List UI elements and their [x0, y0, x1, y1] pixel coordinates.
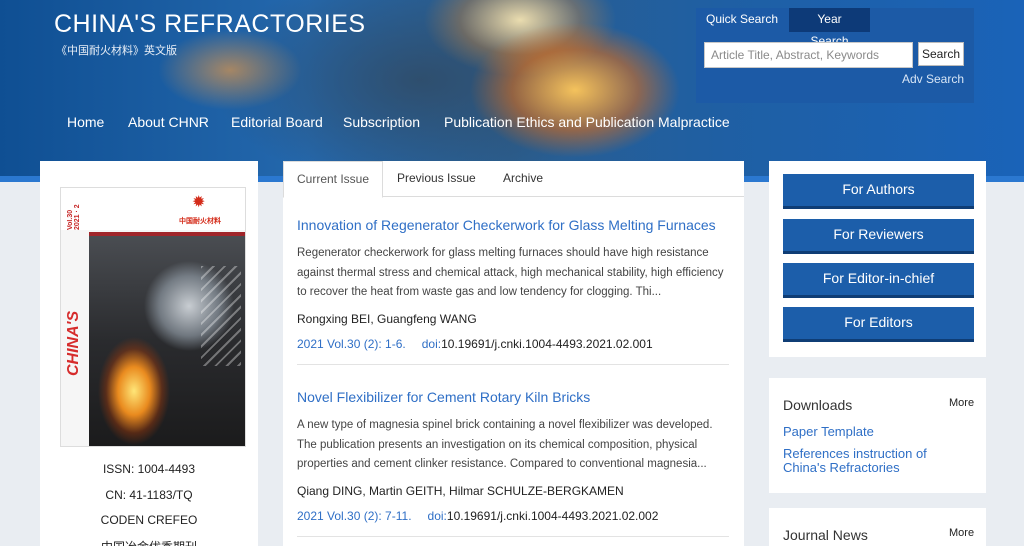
doi-label: doi:: [427, 508, 447, 523]
cn-number: CN: 41-1183/TQ: [105, 488, 193, 502]
nav-home[interactable]: Home: [67, 114, 104, 130]
article-divider: [297, 536, 729, 537]
article-divider: [297, 364, 729, 365]
journal-honor: 中国冶金优秀期刊: [40, 538, 258, 546]
cover-year: Vol.30 2021 · 2: [67, 204, 81, 230]
article-authors: Qiang DING, Martin GEITH, Hilmar SCHULZE…: [297, 483, 624, 498]
doi-label: doi:: [421, 336, 442, 351]
article-title[interactable]: Innovation of Regenerator Checkerwork fo…: [297, 217, 729, 233]
journal-news-title: Journal News: [783, 527, 868, 543]
search-panel: Quick Search Year Search Search Adv Sear…: [696, 8, 974, 103]
article-item: Novel Flexibilizer for Cement Rotary Kil…: [297, 389, 729, 523]
year-search-tab[interactable]: Year Search: [789, 8, 870, 48]
tab-current-issue[interactable]: Current Issue: [283, 161, 384, 198]
site-title[interactable]: CHINA'S REFRACTORIES: [54, 10, 366, 39]
paper-template-link[interactable]: Paper Template: [783, 425, 973, 439]
cover-logo-icon: ✹: [192, 194, 206, 211]
article-volume[interactable]: 2021 Vol.30 (2): 7-11.: [297, 509, 412, 523]
nav-editorial-board[interactable]: Editorial Board: [231, 114, 323, 130]
cover-logo-text: 中国耐火材料: [179, 218, 221, 225]
issn: ISSN: 1004-4493: [102, 462, 196, 476]
tab-previous-issue[interactable]: Previous Issue: [384, 161, 489, 197]
article-title[interactable]: Novel Flexibilizer for Cement Rotary Kil…: [297, 389, 729, 405]
article-meta: 2021 Vol.30 (2): 7-11. doi:10.19691/j.cnk…: [297, 509, 729, 523]
cover-vertical-title: CHINA'S REFRACTORIES: [65, 280, 108, 406]
for-reviewers-button[interactable]: For Reviewers: [783, 219, 974, 254]
for-editors-button[interactable]: For Editors: [783, 307, 974, 342]
article-item: Innovation of Regenerator Checkerwork fo…: [297, 217, 729, 351]
search-button[interactable]: Search: [918, 42, 964, 66]
coden: CODEN CREFEO: [100, 513, 198, 527]
article-doi[interactable]: 10.19691/j.cnki.1004-4493.2021.02.001: [441, 337, 653, 351]
search-input[interactable]: [704, 42, 913, 68]
issue-tabs: Current Issue Previous Issue Archive: [283, 161, 744, 198]
downloads-more-link[interactable]: More: [949, 397, 974, 409]
article-volume[interactable]: 2021 Vol.30 (2): 1-6.: [297, 337, 406, 351]
site-subtitle: 《中国耐火材料》英文版: [56, 45, 177, 57]
article-authors: Rongxing BEI, Guangfeng WANG: [297, 311, 477, 326]
journal-cover[interactable]: Vol.30 2021 · 2 ✹ 中国耐火材料 CHINA'S REFRACT…: [60, 187, 246, 447]
for-authors-button[interactable]: For Authors: [783, 174, 974, 209]
nav-about[interactable]: About CHNR: [128, 114, 209, 130]
cover-photo: [89, 236, 245, 446]
nav-publication-ethics[interactable]: Publication Ethics and Publication Malpr…: [444, 114, 730, 130]
for-editor-in-chief-button[interactable]: For Editor-in-chief: [783, 263, 974, 298]
cover-header: Vol.30 2021 · 2 ✹ 中国耐火材料: [61, 188, 245, 230]
tab-archive[interactable]: Archive: [490, 161, 556, 197]
references-instruction-link[interactable]: References instruction of China's Refrac…: [783, 447, 973, 475]
downloads-title: Downloads: [783, 397, 853, 413]
article-doi[interactable]: 10.19691/j.cnki.1004-4493.2021.02.002: [447, 509, 659, 523]
article-meta: 2021 Vol.30 (2): 1-6. doi:10.19691/j.cnki…: [297, 337, 729, 351]
advanced-search-link[interactable]: Adv Search: [902, 72, 964, 86]
article-abstract: A new type of magnesia spinel brick cont…: [297, 419, 713, 470]
quick-search-tab[interactable]: Quick Search: [698, 8, 786, 32]
cover-stripes: [201, 266, 241, 366]
article-abstract: Regenerator checkerwork for glass meltin…: [297, 247, 724, 298]
nav-subscription[interactable]: Subscription: [343, 114, 420, 130]
journal-news-more-link[interactable]: More: [949, 527, 974, 539]
